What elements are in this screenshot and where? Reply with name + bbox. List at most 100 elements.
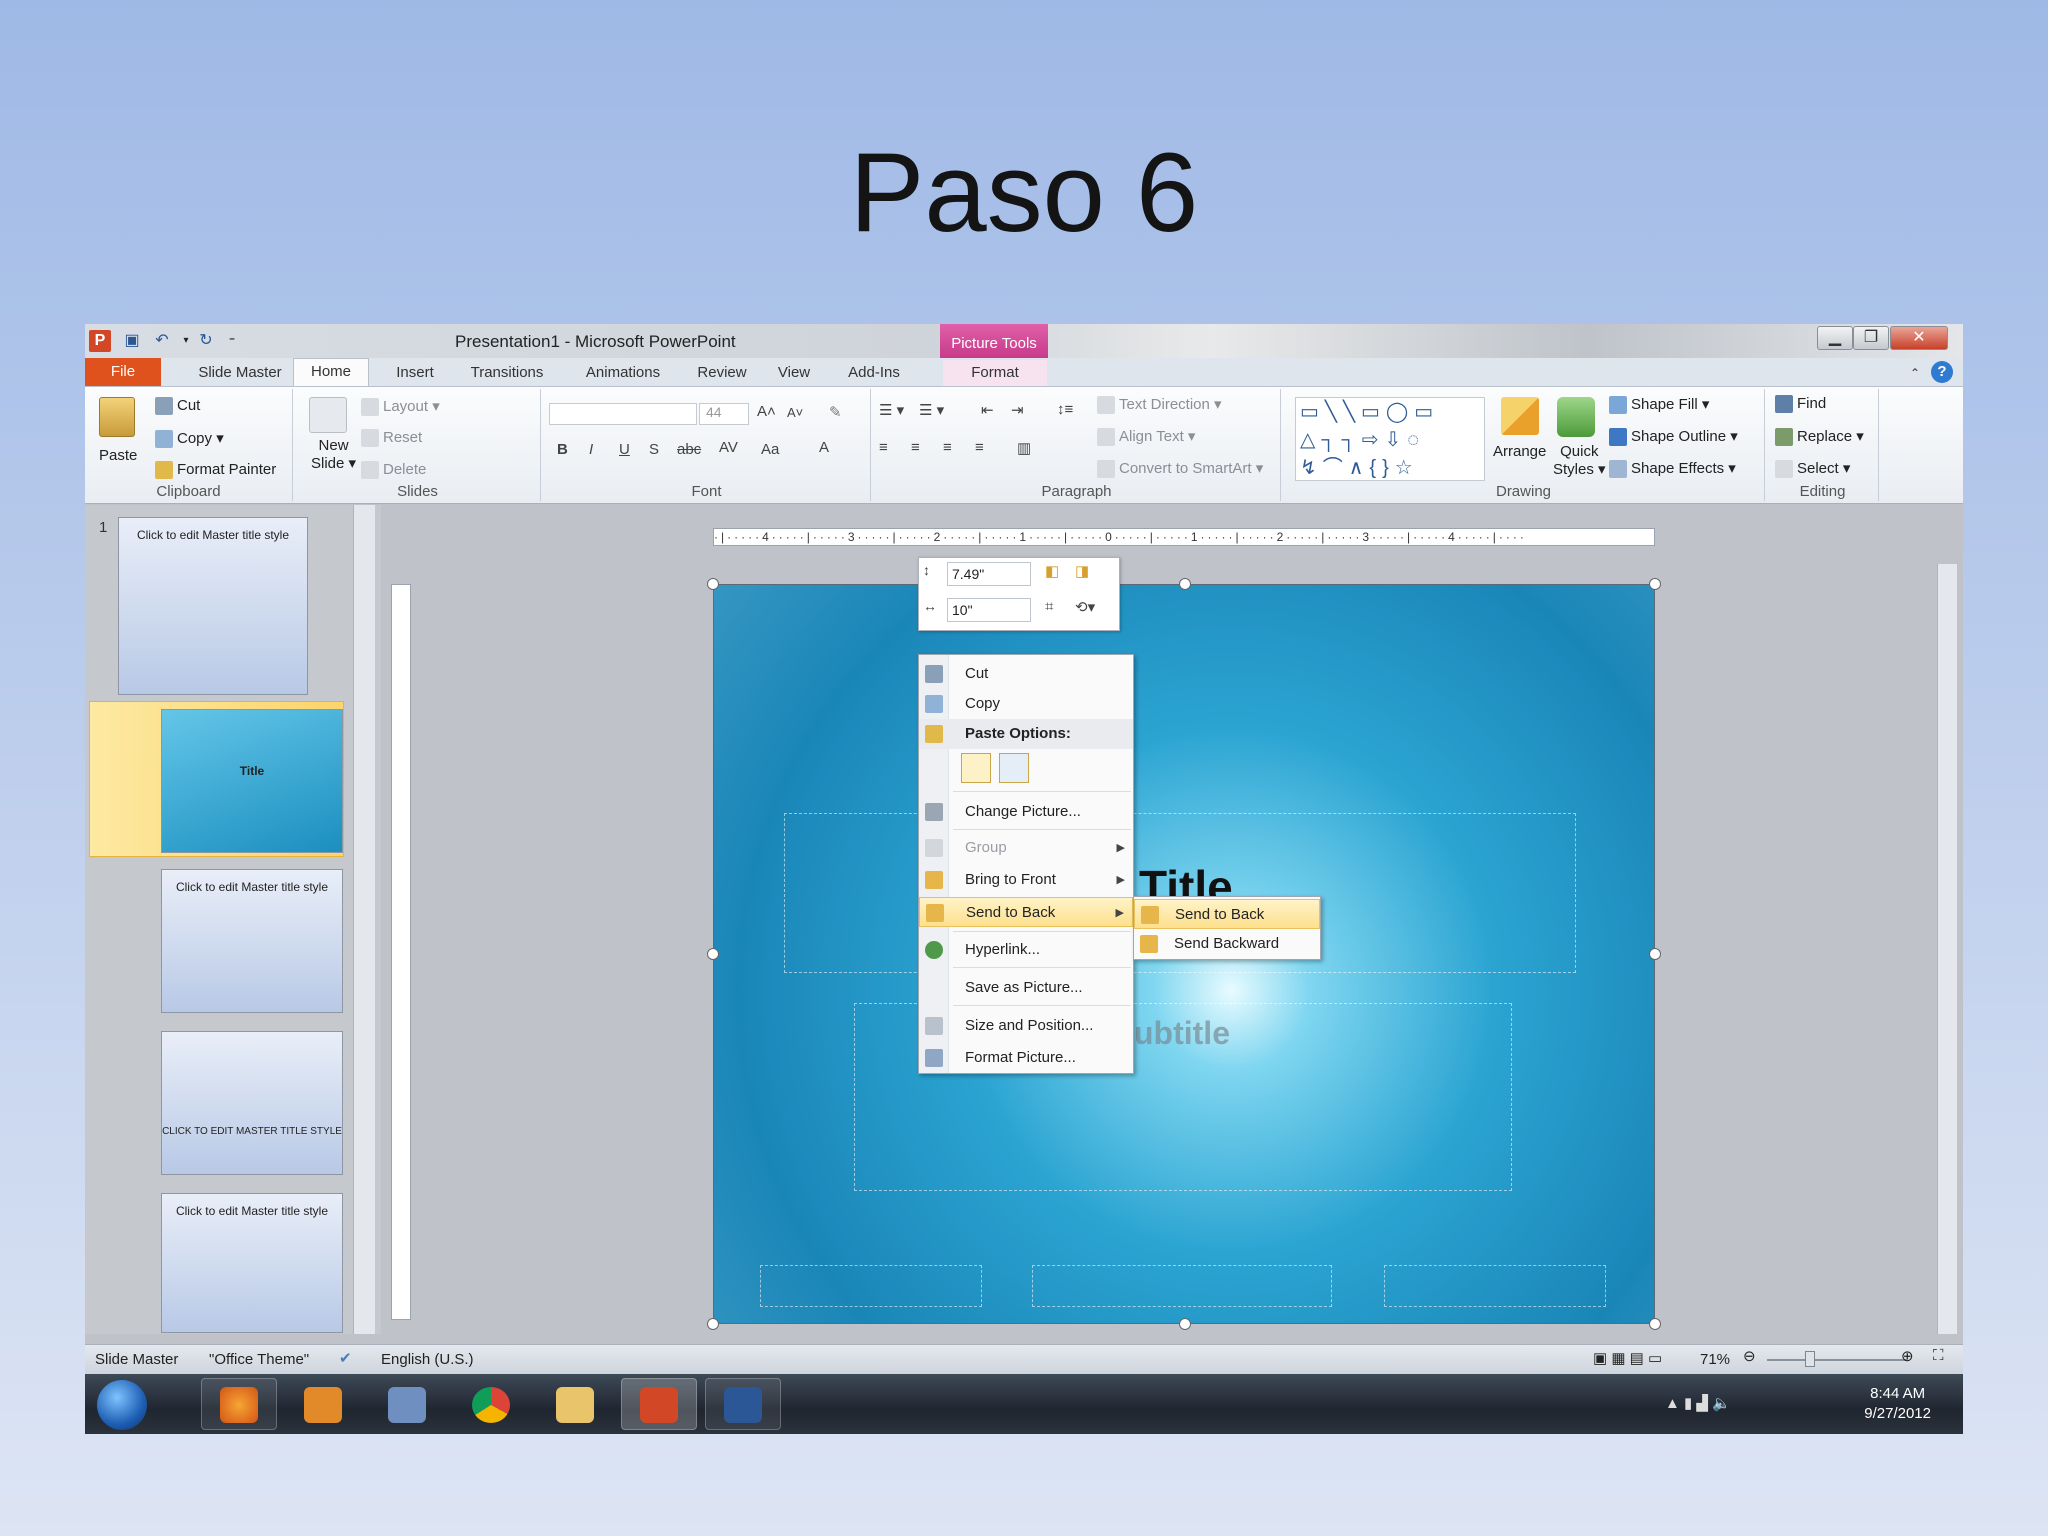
italic-icon[interactable]: I xyxy=(589,441,593,458)
slide-number-placeholder-box[interactable] xyxy=(1384,1265,1606,1307)
tab-insert[interactable]: Insert xyxy=(381,360,449,386)
resize-handle[interactable] xyxy=(707,578,719,590)
paste-picture-icon[interactable] xyxy=(999,753,1029,783)
customize-qat-icon[interactable]: ⁼ xyxy=(221,330,243,352)
layout-thumbnail[interactable]: Click to edit Master title style xyxy=(161,1193,343,1333)
layout-thumbnail-selected[interactable]: Title xyxy=(161,709,343,853)
system-tray-icons[interactable]: ▲ ▮ ▟ 🔈 xyxy=(1665,1394,1731,1412)
line-spacing-icon[interactable]: ↕≡ xyxy=(1057,401,1073,418)
justify-icon[interactable]: ≡ xyxy=(975,439,984,456)
arrange-icon[interactable] xyxy=(1501,397,1539,435)
zoom-slider[interactable] xyxy=(1767,1359,1907,1361)
undo-icon[interactable]: ↶ xyxy=(151,330,173,352)
layout-button[interactable]: Layout ▾ xyxy=(361,397,440,417)
columns-icon[interactable]: ▥ xyxy=(1017,439,1031,457)
tab-add-ins[interactable]: Add-Ins xyxy=(833,360,915,386)
increase-indent-icon[interactable]: ⇥ xyxy=(1011,401,1024,419)
menu-item-format-picture[interactable]: Format Picture... xyxy=(919,1043,1133,1073)
thumbnails-scrollbar[interactable] xyxy=(353,505,375,1334)
save-icon[interactable]: ▣ xyxy=(121,330,143,352)
grow-font-icon[interactable]: A˄ xyxy=(757,403,776,420)
font-color-icon[interactable]: A xyxy=(819,439,829,456)
align-text-button[interactable]: Align Text ▾ xyxy=(1097,427,1195,447)
shapes-gallery[interactable]: ▭╲╲▭◯▭ △┐┐⇨⇩◌ ↯⌒∧{}☆ xyxy=(1295,397,1485,481)
spelling-check-icon[interactable]: ✔ xyxy=(339,1349,352,1367)
text-direction-button[interactable]: Text Direction ▾ xyxy=(1097,395,1222,415)
clear-formatting-icon[interactable]: ✎ xyxy=(829,403,842,421)
minimize-button[interactable]: ▁ xyxy=(1817,326,1853,350)
underline-icon[interactable]: U xyxy=(619,441,630,458)
char-spacing-icon[interactable]: AV xyxy=(719,439,738,456)
menu-item-group[interactable]: Group ▶ xyxy=(919,833,1133,863)
new-slide-icon[interactable] xyxy=(309,397,347,433)
paste-keep-formatting-icon[interactable] xyxy=(961,753,991,783)
taskbar-media-player[interactable] xyxy=(285,1378,361,1430)
redo-icon[interactable]: ↻ xyxy=(195,330,217,352)
quick-styles-button[interactable]: Quick Styles ▾ xyxy=(1553,443,1606,479)
taskbar-word[interactable] xyxy=(705,1378,781,1430)
layout-thumbnail[interactable]: Click to edit Master title style xyxy=(161,869,343,1013)
maximize-button[interactable]: ❐ xyxy=(1853,326,1889,350)
taskbar-firefox[interactable] xyxy=(201,1378,277,1430)
fit-slide-icon[interactable]: ⛶ xyxy=(1933,1347,1944,1364)
find-button[interactable]: Find xyxy=(1775,395,1826,414)
quick-styles-icon[interactable] xyxy=(1557,397,1595,437)
align-right-icon[interactable]: ≡ xyxy=(943,439,952,456)
zoom-in-icon[interactable]: ⊕ xyxy=(1901,1347,1914,1365)
send-backward-icon[interactable]: ◨ xyxy=(1075,562,1089,580)
menu-item-copy[interactable]: Copy xyxy=(919,689,1133,719)
replace-button[interactable]: Replace ▾ xyxy=(1775,427,1864,447)
tab-animations[interactable]: Animations xyxy=(573,360,673,386)
crop-icon[interactable]: ⌗ xyxy=(1045,598,1053,615)
new-slide-button[interactable]: New Slide ▾ xyxy=(311,437,356,473)
convert-smartart-button[interactable]: Convert to SmartArt ▾ xyxy=(1097,459,1263,479)
resize-handle[interactable] xyxy=(707,948,719,960)
footer-placeholder-box[interactable] xyxy=(1032,1265,1332,1307)
align-center-icon[interactable]: ≡ xyxy=(911,439,920,456)
powerpoint-app-icon[interactable]: P xyxy=(89,330,111,352)
menu-item-size-and-position[interactable]: Size and Position... xyxy=(919,1011,1133,1041)
submenu-item-send-to-back[interactable]: Send to Back xyxy=(1134,899,1320,929)
numbering-icon[interactable]: ☰ ▾ xyxy=(919,401,944,419)
rotate-icon[interactable]: ⟲▾ xyxy=(1075,598,1095,616)
start-button[interactable] xyxy=(97,1380,147,1430)
cut-button[interactable]: Cut xyxy=(155,397,200,416)
shrink-font-icon[interactable]: A˅ xyxy=(787,405,803,420)
taskbar-tools[interactable] xyxy=(369,1378,445,1430)
bullets-icon[interactable]: ☰ ▾ xyxy=(879,401,904,419)
date-placeholder-box[interactable] xyxy=(760,1265,982,1307)
bold-icon[interactable]: B xyxy=(557,441,568,458)
zoom-slider-thumb[interactable] xyxy=(1805,1351,1815,1367)
copy-button[interactable]: Copy ▾ xyxy=(155,429,224,449)
tab-transitions[interactable]: Transitions xyxy=(457,360,557,386)
align-left-icon[interactable]: ≡ xyxy=(879,439,888,456)
tab-review[interactable]: Review xyxy=(689,360,755,386)
status-language[interactable]: English (U.S.) xyxy=(381,1351,474,1368)
taskbar-explorer[interactable] xyxy=(537,1378,613,1430)
view-buttons-icon[interactable]: ▣ ▦ ▤ ▭ xyxy=(1593,1349,1662,1367)
tab-file[interactable]: File xyxy=(85,358,161,386)
master-thumbnail[interactable]: Click to edit Master title style xyxy=(118,517,308,695)
height-spinner[interactable]: 7.49" xyxy=(947,562,1031,586)
menu-item-change-picture[interactable]: Change Picture... xyxy=(919,797,1133,827)
arrange-button[interactable]: Arrange xyxy=(1493,443,1546,460)
shape-fill-button[interactable]: Shape Fill ▾ xyxy=(1609,395,1709,415)
tab-home[interactable]: Home xyxy=(293,358,369,386)
zoom-out-icon[interactable]: ⊖ xyxy=(1743,1347,1756,1365)
taskbar-clock[interactable]: 8:44 AM 9/27/2012 xyxy=(1864,1384,1931,1424)
reset-button[interactable]: Reset xyxy=(361,429,422,448)
zoom-level[interactable]: 71% xyxy=(1700,1351,1730,1368)
shadow-icon[interactable]: S xyxy=(649,441,659,458)
tab-slide-master[interactable]: Slide Master xyxy=(177,360,303,386)
delete-button[interactable]: Delete xyxy=(361,461,426,480)
resize-handle[interactable] xyxy=(707,1318,719,1330)
resize-handle[interactable] xyxy=(1649,1318,1661,1330)
font-family-dropdown[interactable] xyxy=(549,403,697,425)
help-icon[interactable]: ? xyxy=(1931,361,1953,383)
shape-effects-button[interactable]: Shape Effects ▾ xyxy=(1609,459,1736,479)
taskbar-chrome[interactable] xyxy=(453,1378,529,1430)
menu-item-save-as-picture[interactable]: Save as Picture... xyxy=(919,973,1133,1003)
paste-icon[interactable] xyxy=(99,397,135,437)
paste-button[interactable]: Paste xyxy=(99,447,137,464)
format-painter-button[interactable]: Format Painter xyxy=(155,461,276,480)
